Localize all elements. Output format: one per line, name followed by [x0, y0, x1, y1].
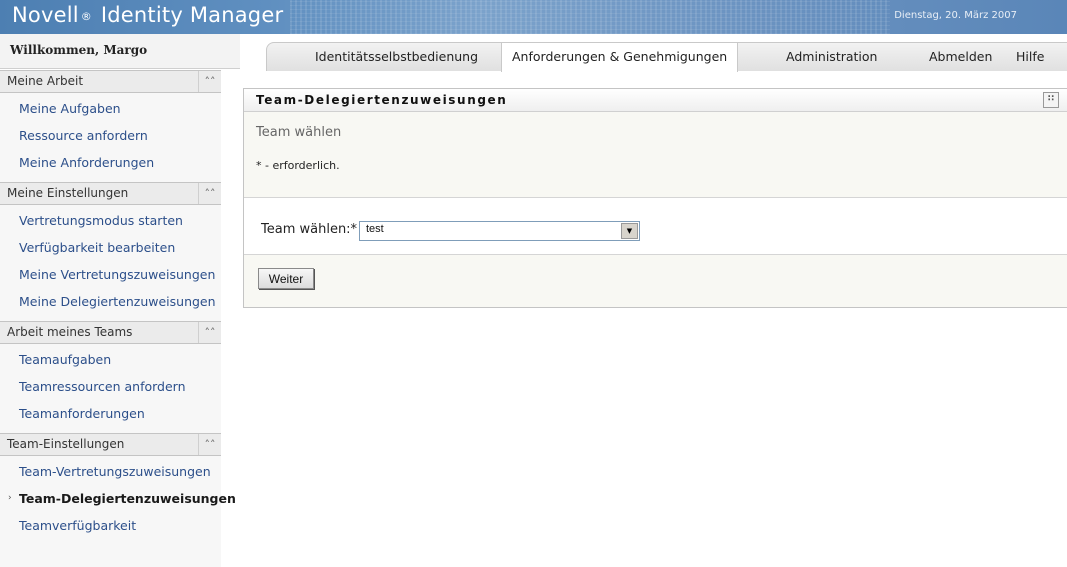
- sidebar: Meine Arbeit ˄˄ Meine Aufgaben Ressource…: [0, 70, 236, 567]
- sidebar-item-team-vertretungszuweisungen[interactable]: Team-Vertretungszuweisungen: [0, 458, 221, 485]
- current-marker-icon: ›: [8, 493, 12, 503]
- collapse-icon[interactable]: ˄˄: [198, 434, 221, 455]
- form-area: Team wählen:* test ▼: [244, 198, 1067, 254]
- sidebar-item-meine-vertretungszuweisungen[interactable]: Meine Vertretungszuweisungen: [0, 261, 221, 288]
- sidebar-item-label: Team-Delegiertenzuweisungen: [19, 491, 236, 506]
- section-title: Team-Einstellungen: [7, 437, 125, 451]
- sidebar-item-meine-anforderungen[interactable]: Meine Anforderungen: [0, 149, 221, 176]
- dropdown-arrow-icon[interactable]: ▼: [621, 223, 638, 239]
- welcome-text: Willkommen, Margo: [10, 43, 148, 57]
- required-note: * - erforderlich.: [256, 159, 340, 172]
- section-header-team-einstellungen[interactable]: Team-Einstellungen ˄˄: [0, 433, 221, 456]
- section-title: Meine Arbeit: [7, 74, 84, 88]
- sidebar-item-teamanforderungen[interactable]: Teamanforderungen: [0, 400, 221, 427]
- collapse-icon[interactable]: ˄˄: [198, 183, 221, 204]
- header-banner: Novell ® Identity Manager Dienstag, 20. M…: [0, 0, 1067, 34]
- welcome-box: Willkommen, Margo: [0, 34, 240, 69]
- main-tabs: Identitätsselbstbedienung Anforderungen …: [266, 42, 1067, 72]
- panel-subtitle: Team wählen: [256, 125, 342, 140]
- sidebar-item-vertretungsmodus-starten[interactable]: Vertretungsmodus starten: [0, 207, 221, 234]
- panel-title: Team-Delegiertenzuweisungen: [256, 93, 508, 107]
- banner-texture: [290, 0, 890, 34]
- section-header-arbeit-meines-teams[interactable]: Arbeit meines Teams ˄˄: [0, 321, 221, 344]
- tab-hilfe[interactable]: Hilfe: [1016, 43, 1044, 71]
- section-title: Meine Einstellungen: [7, 186, 129, 200]
- collapse-icon[interactable]: ˄˄: [198, 71, 221, 92]
- weiter-button[interactable]: Weiter: [258, 268, 314, 289]
- divider: [244, 254, 1067, 255]
- tab-anforderungen-genehmigungen[interactable]: Anforderungen & Genehmigungen: [501, 43, 739, 72]
- section-header-meine-einstellungen[interactable]: Meine Einstellungen ˄˄: [0, 182, 221, 205]
- product-name: Identity Manager: [100, 3, 284, 27]
- team-select-value: test: [366, 223, 384, 235]
- sidebar-item-verfuegbarkeit-bearbeiten[interactable]: Verfügbarkeit bearbeiten: [0, 234, 221, 261]
- sidebar-item-teamverfuegbarkeit[interactable]: Teamverfügbarkeit: [0, 512, 221, 539]
- nav-row: Willkommen, Margo Identitätsselbstbedien…: [0, 34, 1067, 72]
- current-date: Dienstag, 20. März 2007: [894, 10, 1017, 21]
- tab-identitaetsselbstbedienung[interactable]: Identitätsselbstbedienung: [315, 43, 478, 71]
- team-select[interactable]: test ▼: [359, 221, 640, 241]
- sidebar-item-meine-delegiertenzuweisungen[interactable]: Meine Delegiertenzuweisungen: [0, 288, 221, 315]
- section-title: Arbeit meines Teams: [7, 325, 133, 339]
- registered-mark: ®: [80, 10, 92, 23]
- collapse-icon[interactable]: ˄˄: [198, 322, 221, 343]
- team-delegate-panel: Team-Delegiertenzuweisungen ∷ Team wähle…: [243, 88, 1067, 308]
- tab-administration[interactable]: Administration: [786, 43, 877, 71]
- section-header-meine-arbeit[interactable]: Meine Arbeit ˄˄: [0, 70, 221, 93]
- sidebar-item-team-delegiertenzuweisungen[interactable]: › Team-Delegiertenzuweisungen: [0, 485, 236, 512]
- tab-abmelden[interactable]: Abmelden: [929, 43, 992, 71]
- grid-menu-icon[interactable]: ∷: [1043, 92, 1059, 108]
- product-title: Novell ® Identity Manager: [12, 3, 283, 27]
- sidebar-item-teamressourcen-anfordern[interactable]: Teamressourcen anfordern: [0, 373, 221, 400]
- brand-name: Novell: [12, 3, 79, 27]
- sidebar-item-ressource-anfordern[interactable]: Ressource anfordern: [0, 122, 221, 149]
- team-select-label: Team wählen:*: [261, 222, 358, 237]
- sidebar-item-meine-aufgaben[interactable]: Meine Aufgaben: [0, 95, 221, 122]
- panel-header: Team-Delegiertenzuweisungen ∷: [244, 89, 1067, 112]
- sidebar-item-teamaufgaben[interactable]: Teamaufgaben: [0, 346, 221, 373]
